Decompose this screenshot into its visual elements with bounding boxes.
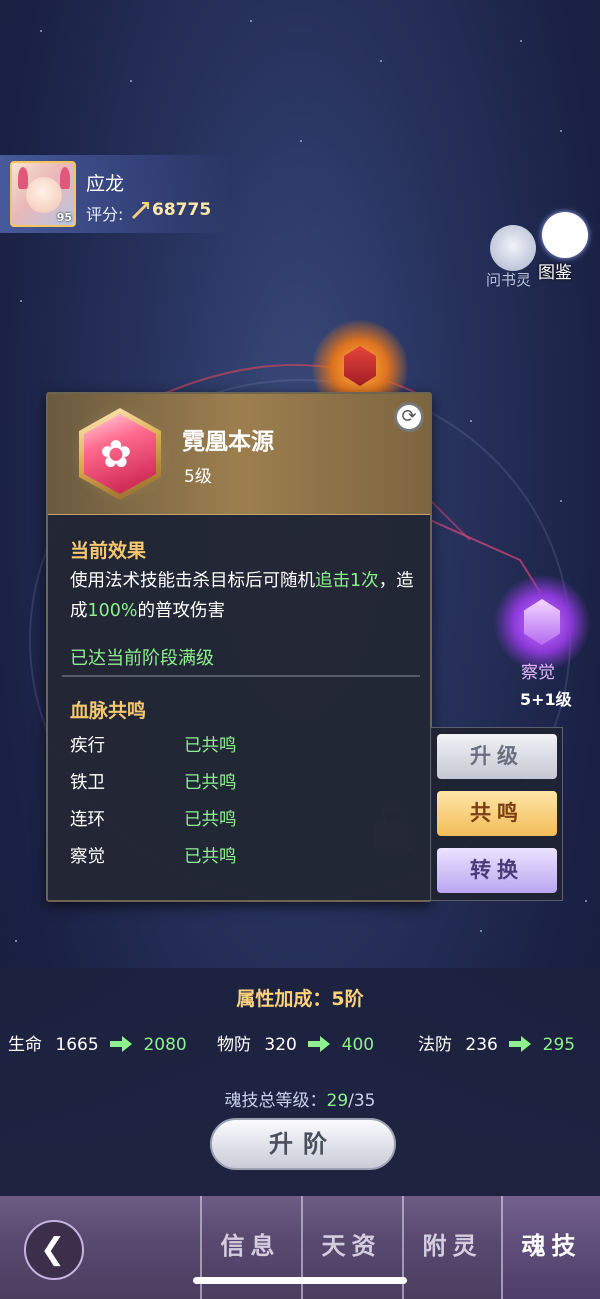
- resonance-name: 察觉: [70, 847, 105, 867]
- attribute-bonus-title: 属性加成：5阶: [236, 988, 364, 1010]
- advance-button[interactable]: 升阶: [210, 1118, 396, 1170]
- stat-name: 生命: [8, 1035, 42, 1055]
- action-panel: 升级 共鸣 转换: [430, 727, 563, 901]
- codex-label: 图鉴: [538, 263, 572, 283]
- stat-physical-defense: 物防 320 400: [217, 1030, 374, 1056]
- fire-gem-icon: [344, 346, 376, 386]
- tab-soul-skill[interactable]: 魂技: [501, 1196, 600, 1299]
- current-effect-title: 当前效果: [70, 540, 147, 562]
- avatar-level: 95: [56, 211, 72, 224]
- stat-name: 物防: [217, 1035, 251, 1055]
- convert-button[interactable]: 转换: [437, 848, 557, 893]
- skill-detail-popup: ✿ 霓凰本源 5级 ⟳ 当前效果 使用法术技能击杀目标后可随机追击1次，造成10…: [46, 392, 432, 902]
- book-spirit-icon: [490, 225, 536, 271]
- popup-header: ✿ 霓凰本源 5级 ⟳: [48, 394, 430, 515]
- stat-old-value: 1665: [55, 1035, 99, 1055]
- score-label: 评分:: [86, 205, 124, 224]
- avatar-horn-right: [60, 167, 70, 189]
- stat-magic-defense: 法防 236 295: [418, 1030, 575, 1056]
- tab-spirit[interactable]: 附灵: [402, 1196, 501, 1299]
- book-spirit-label: 问书灵: [486, 271, 532, 289]
- resonance-name: 连环: [70, 810, 105, 830]
- maxed-status: 已达当前阶段满级: [70, 648, 214, 669]
- resonance-status: 已共鸣: [184, 847, 237, 867]
- resonance-status: 已共鸣: [184, 773, 237, 793]
- perception-node-level: 5+1级: [520, 690, 572, 709]
- resonance-name: 铁卫: [70, 773, 105, 793]
- skill-node-perception[interactable]: [494, 575, 590, 671]
- resonate-button[interactable]: 共鸣: [437, 791, 557, 836]
- skill-name: 霓凰本源: [182, 429, 274, 455]
- back-arrow-icon: ❮: [40, 1232, 66, 1267]
- stat-new-value: 400: [341, 1035, 375, 1055]
- divider: [62, 675, 420, 677]
- arrow-right-icon: [308, 1036, 331, 1052]
- book-spirit-button[interactable]: 问书灵: [486, 225, 542, 291]
- player-score: 68775: [152, 200, 212, 220]
- back-button[interactable]: ❮: [24, 1220, 84, 1280]
- arrow-right-icon: [509, 1036, 532, 1052]
- stat-name: 法防: [418, 1035, 452, 1055]
- upgrade-button[interactable]: 升级: [437, 734, 557, 779]
- skill-level: 5级: [184, 467, 212, 487]
- stat-new-value: 2080: [143, 1035, 187, 1055]
- resonance-row: 疾行 已共鸣: [70, 732, 410, 762]
- resonance-title: 血脉共鸣: [70, 700, 147, 722]
- player-avatar[interactable]: 95: [10, 161, 76, 227]
- eye-gem-icon: [524, 599, 560, 645]
- player-card[interactable]: 95 应龙 评分: 68775: [0, 155, 230, 233]
- resonance-status: 已共鸣: [184, 736, 237, 756]
- resonance-row: 连环 已共鸣: [70, 806, 410, 836]
- resonance-status: 已共鸣: [184, 810, 237, 830]
- home-indicator[interactable]: [193, 1277, 407, 1284]
- attribute-bonus-section: 属性加成：5阶 生命 1665 2080 物防 320 400 法防 236 2…: [0, 968, 600, 1196]
- soul-skill-total: 魂技总等级：29/35: [224, 1091, 376, 1111]
- avatar-face: [26, 177, 62, 213]
- resonance-row: 铁卫 已共鸣: [70, 769, 410, 799]
- stat-new-value: 295: [542, 1035, 576, 1055]
- refresh-icon[interactable]: ⟳: [394, 402, 424, 432]
- stat-old-value: 236: [465, 1035, 498, 1055]
- codex-icon: [542, 212, 588, 258]
- resonance-name: 疾行: [70, 736, 105, 756]
- stat-old-value: 320: [264, 1035, 297, 1055]
- resonance-row: 察觉 已共鸣: [70, 843, 410, 873]
- effect-description: 使用法术技能击杀目标后可随机追击1次，造成100%的普攻伤害: [70, 571, 414, 621]
- perception-node-name: 察觉: [521, 663, 555, 683]
- phoenix-gem-icon: ✿: [68, 402, 172, 506]
- arrow-right-icon: [110, 1036, 133, 1052]
- avatar-horn-left: [18, 167, 28, 189]
- stat-hp: 生命 1665 2080: [8, 1030, 187, 1056]
- quill-icon: [132, 202, 149, 219]
- codex-button[interactable]: 图鉴: [536, 212, 592, 283]
- player-name: 应龙: [86, 173, 125, 195]
